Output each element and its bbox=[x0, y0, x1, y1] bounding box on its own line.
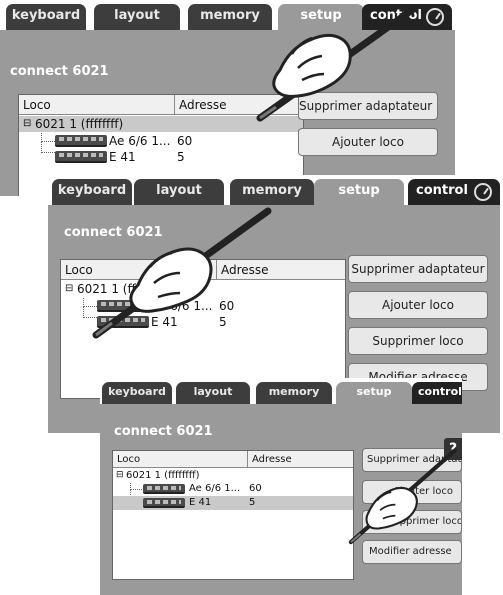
screenshot-1: keyboard layout memory setup control con… bbox=[0, 0, 455, 196]
root-label: 6021 1 (ffffffff) bbox=[35, 117, 124, 131]
tab-layout[interactable]: layout bbox=[94, 4, 180, 30]
loco-tree: Loco Adresse ⊟ 6021 1 (ffffffff) Ae 6/6 … bbox=[112, 450, 354, 580]
add-loco-button[interactable]: Ajouter loco bbox=[298, 128, 438, 156]
tab-control[interactable]: control bbox=[412, 382, 462, 404]
expand-icon[interactable]: ⊟ bbox=[23, 116, 31, 132]
loco-name: E 41 bbox=[109, 150, 136, 164]
tree-root-row[interactable]: ⊟ 6021 1 (ffffffff) bbox=[113, 469, 353, 482]
expand-icon[interactable]: ⊟ bbox=[116, 469, 124, 482]
loco-name: Ae 6/6 1... bbox=[109, 134, 171, 148]
locomotive-icon bbox=[143, 484, 185, 494]
loco-address: 60 bbox=[249, 483, 262, 494]
clock-icon[interactable] bbox=[474, 183, 492, 201]
tree-header: Loco Adresse bbox=[113, 451, 353, 468]
loco-address: 60 bbox=[177, 134, 193, 148]
stylus-hand-icon bbox=[348, 448, 458, 545]
locomotive-icon bbox=[143, 498, 185, 508]
tab-keyboard[interactable]: keyboard bbox=[52, 179, 132, 205]
stylus-hand-icon bbox=[92, 207, 272, 339]
loco-address: 5 bbox=[177, 150, 185, 164]
locomotive-icon bbox=[55, 151, 107, 163]
loco-address: 5 bbox=[249, 497, 256, 508]
tab-bar: keyboard layout memory setup control bbox=[48, 175, 500, 205]
tab-setup[interactable]: setup bbox=[314, 179, 404, 205]
loco-name: E 41 bbox=[189, 497, 212, 508]
remove-loco-button[interactable]: Supprimer loco bbox=[348, 327, 488, 355]
column-adresse[interactable]: Adresse bbox=[247, 451, 355, 468]
remove-adapter-button[interactable]: Supprimer adaptateur bbox=[348, 255, 488, 283]
loco-row[interactable]: Ae 6/6 1... 60 bbox=[19, 133, 303, 149]
loco-name: Ae 6/6 1... bbox=[189, 483, 241, 494]
tab-memory[interactable]: memory bbox=[230, 179, 314, 205]
tab-setup[interactable]: setup bbox=[336, 382, 412, 404]
locomotive-icon bbox=[55, 135, 107, 147]
column-loco[interactable]: Loco bbox=[19, 95, 174, 115]
add-loco-button[interactable]: Ajouter loco bbox=[348, 291, 488, 319]
expand-icon[interactable]: ⊟ bbox=[65, 281, 73, 297]
column-loco[interactable]: Loco bbox=[113, 451, 247, 468]
root-label: 6021 1 (ffffffff) bbox=[126, 470, 200, 481]
loco-row-selected[interactable]: E 41 5 bbox=[113, 496, 353, 510]
tab-keyboard[interactable]: keyboard bbox=[6, 4, 86, 30]
tab-keyboard[interactable]: keyboard bbox=[102, 382, 172, 404]
loco-row[interactable]: E 41 5 bbox=[19, 149, 303, 165]
stylus-hand-icon bbox=[256, 4, 419, 122]
tab-bar: keyboard layout memory setup control bbox=[100, 378, 462, 404]
section-title: connect 6021 bbox=[114, 424, 213, 439]
tab-memory[interactable]: memory bbox=[256, 382, 332, 404]
section-title: connect 6021 bbox=[10, 64, 109, 79]
loco-row[interactable]: Ae 6/6 1... 60 bbox=[113, 482, 353, 496]
screenshot-3: keyboard layout memory setup control con… bbox=[100, 378, 462, 595]
tab-layout[interactable]: layout bbox=[134, 179, 224, 205]
tab-layout[interactable]: layout bbox=[176, 382, 250, 404]
